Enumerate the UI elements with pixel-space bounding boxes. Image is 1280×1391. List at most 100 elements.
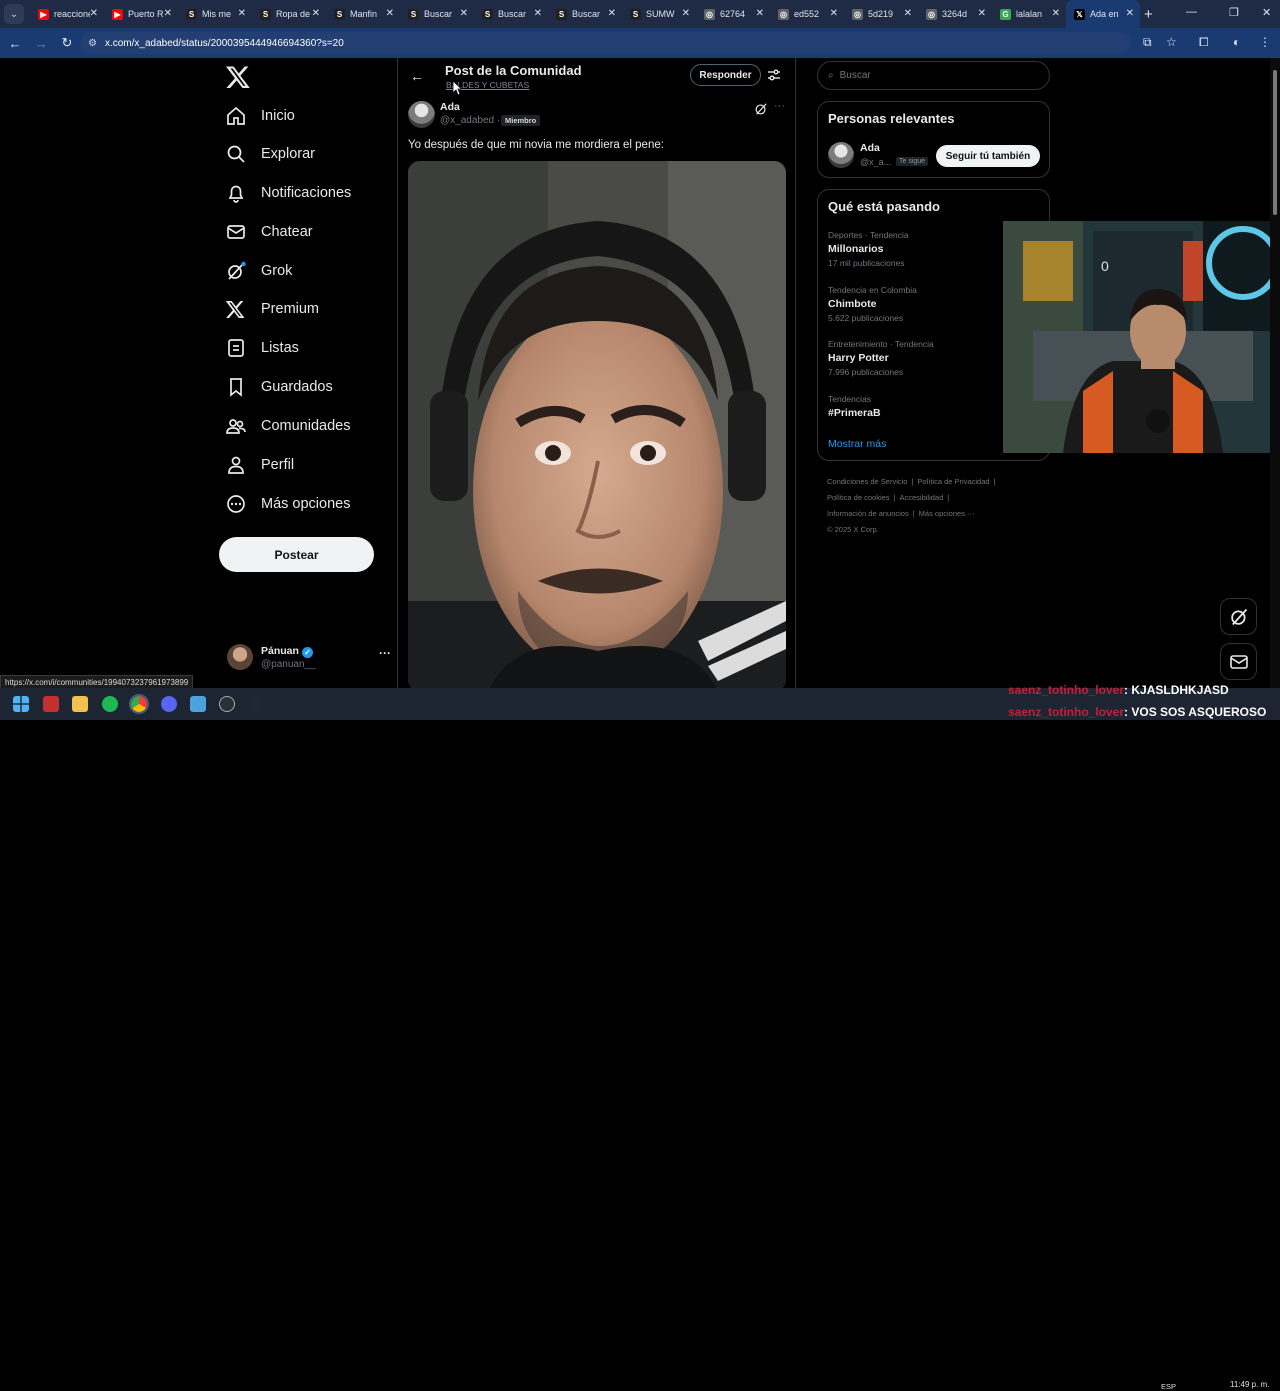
sidebar-item-más-opciones[interactable]: Más opciones: [225, 485, 350, 523]
reply-button[interactable]: Responder: [690, 64, 761, 86]
sidebar-item-comunidades[interactable]: Comunidades: [225, 407, 350, 445]
sidebar-item-premium[interactable]: Premium: [225, 290, 319, 328]
extensions-icon[interactable]: ⧠: [1199, 35, 1209, 50]
sidebar-item-inicio[interactable]: Inicio: [225, 97, 295, 135]
scrollbar-thumb[interactable]: [1273, 70, 1277, 215]
tab-close-icon[interactable]: ✕: [90, 8, 98, 19]
sidebar-item-guardados[interactable]: Guardados: [225, 368, 333, 406]
search-input[interactable]: ⌕ Buscar: [817, 61, 1050, 90]
browser-tab[interactable]: S SUMW ✕: [622, 0, 696, 28]
spotify-icon[interactable]: [102, 696, 118, 712]
tab-search-button[interactable]: ⌄: [4, 4, 24, 24]
footer-link[interactable]: © 2025 X Corp.: [827, 525, 879, 534]
minimize-icon[interactable]: —: [1186, 6, 1197, 18]
sidebar-item-listas[interactable]: Listas: [225, 329, 299, 367]
profile-icon[interactable]: ◐: [1233, 35, 1240, 49]
tab-close-icon[interactable]: ✕: [534, 8, 542, 19]
back-nav-icon[interactable]: ←: [4, 36, 26, 51]
back-arrow-icon[interactable]: ←: [410, 68, 424, 84]
steam-icon[interactable]: [248, 696, 264, 712]
messages-fab-button[interactable]: [1220, 643, 1257, 680]
tab-close-icon[interactable]: ✕: [682, 8, 690, 19]
reload-icon[interactable]: ↻: [56, 35, 78, 51]
post-video[interactable]: [408, 161, 786, 691]
browser-tab[interactable]: Glalalan ✕: [992, 0, 1066, 28]
obs-icon[interactable]: [219, 696, 235, 712]
browser-tab[interactable]: ▶ reacciones✕: [30, 0, 104, 28]
discord-icon[interactable]: [161, 696, 177, 712]
trend-item[interactable]: Entretenimiento · Tendencia Harry Potter 7…: [828, 339, 934, 377]
browser-tab[interactable]: S Buscar ✕: [400, 0, 474, 28]
tab-close-icon[interactable]: ✕: [312, 8, 320, 19]
tab-close-icon[interactable]: ✕: [830, 8, 838, 19]
tab-close-icon[interactable]: ✕: [756, 8, 764, 19]
relevant-user-handle[interactable]: @x_a...: [860, 157, 891, 167]
address-bar[interactable]: ⚙ x.com/x_adabed/status/2000395444946694…: [80, 32, 1130, 54]
file-explorer-icon[interactable]: [72, 696, 88, 712]
close-window-icon[interactable]: ✕: [1262, 6, 1271, 19]
browser-tab[interactable]: ◎ 3264d ✕: [918, 0, 992, 28]
post-author-handle[interactable]: @x_adabed ·: [440, 115, 500, 126]
more-icon[interactable]: ···: [379, 646, 391, 660]
post-author-name[interactable]: Ada: [440, 101, 460, 113]
tab-close-icon[interactable]: ✕: [460, 8, 468, 19]
cast-icon[interactable]: ⧉: [1143, 35, 1152, 50]
account-switcher[interactable]: Pánuan ✓ @panuan__ ···: [225, 640, 395, 678]
trend-item[interactable]: Deportes · Tendencia Millonarios 17 mil pu…: [828, 230, 909, 268]
tab-close-icon[interactable]: ✕: [978, 8, 986, 19]
site-info-icon[interactable]: ⚙: [88, 38, 97, 49]
post-author-avatar[interactable]: [408, 101, 435, 128]
tab-close-icon[interactable]: ✕: [608, 8, 616, 19]
tab-close-icon[interactable]: ✕: [1126, 8, 1134, 19]
footer-link[interactable]: Más opciones ···: [919, 509, 975, 518]
maximize-icon[interactable]: ❐: [1229, 6, 1239, 19]
notes-app-icon[interactable]: [190, 696, 206, 712]
x-logo-icon[interactable]: [225, 64, 251, 90]
trend-item[interactable]: Tendencias #PrimeraB: [828, 394, 881, 422]
bookmark-star-icon[interactable]: ☆: [1166, 35, 1177, 49]
browser-tab[interactable]: S Buscar ✕: [548, 0, 622, 28]
tab-close-icon[interactable]: ✕: [164, 8, 172, 19]
calendar-app-icon[interactable]: [43, 696, 59, 712]
browser-tab[interactable]: S Ropa de ✕: [252, 0, 326, 28]
tab-close-icon[interactable]: ✕: [386, 8, 394, 19]
tab-close-icon[interactable]: ✕: [1052, 8, 1060, 19]
follow-back-button[interactable]: Seguir tú también: [936, 145, 1040, 167]
footer-link[interactable]: Condiciones de Servicio: [827, 477, 907, 486]
footer-link[interactable]: Información de anuncios: [827, 509, 909, 518]
tab-close-icon[interactable]: ✕: [904, 8, 912, 19]
new-tab-button[interactable]: +: [1144, 6, 1164, 23]
sidebar-item-perfil[interactable]: Perfil: [225, 446, 294, 484]
browser-tab[interactable]: S Buscar ✕: [474, 0, 548, 28]
footer-link[interactable]: Política de Privacidad: [917, 477, 989, 486]
browser-tab[interactable]: 𝕏 Ada en ✕: [1066, 0, 1140, 28]
sidebar-item-grok[interactable]: Grok: [225, 252, 292, 290]
browser-menu-icon[interactable]: ⋮: [1259, 35, 1271, 49]
language-indicator[interactable]: ESP: [1161, 1382, 1176, 1391]
tab-close-icon[interactable]: ✕: [238, 8, 246, 19]
sidebar-item-notificaciones[interactable]: Notificaciones: [225, 174, 351, 212]
relevant-user-name[interactable]: Ada: [860, 142, 880, 154]
post-button[interactable]: Postear: [219, 537, 374, 572]
footer-link[interactable]: Política de cookies: [827, 493, 890, 502]
browser-tab[interactable]: S Mis me ✕: [178, 0, 252, 28]
footer-link[interactable]: Accesibilidad: [900, 493, 944, 502]
grok-fab-button[interactable]: [1220, 598, 1257, 635]
forward-nav-icon[interactable]: →: [30, 36, 52, 51]
browser-tab[interactable]: ◎ ed552 ✕: [770, 0, 844, 28]
chrome-icon[interactable]: [129, 694, 149, 714]
show-more-link[interactable]: Mostrar más: [828, 438, 886, 450]
post-more-icon[interactable]: ···: [774, 100, 785, 112]
browser-tab[interactable]: ▶ Puerto Rico✕: [104, 0, 178, 28]
avatar[interactable]: [828, 142, 854, 168]
sidebar-item-chatear[interactable]: Chatear: [225, 213, 313, 251]
browser-tab[interactable]: ◎ 62764 ✕: [696, 0, 770, 28]
taskbar-clock[interactable]: 11:49 p. m.: [1230, 1380, 1269, 1389]
grok-icon[interactable]: [754, 102, 768, 116]
trend-item[interactable]: Tendencia en Colombia Chimbote 5.622 publi…: [828, 285, 917, 323]
browser-tab[interactable]: S Manfin ✕: [326, 0, 400, 28]
browser-tab[interactable]: ◎ 5d219 ✕: [844, 0, 918, 28]
windows-start-icon[interactable]: [13, 696, 29, 712]
sidebar-item-explorar[interactable]: Explorar: [225, 135, 315, 173]
sliders-icon[interactable]: [766, 67, 782, 83]
